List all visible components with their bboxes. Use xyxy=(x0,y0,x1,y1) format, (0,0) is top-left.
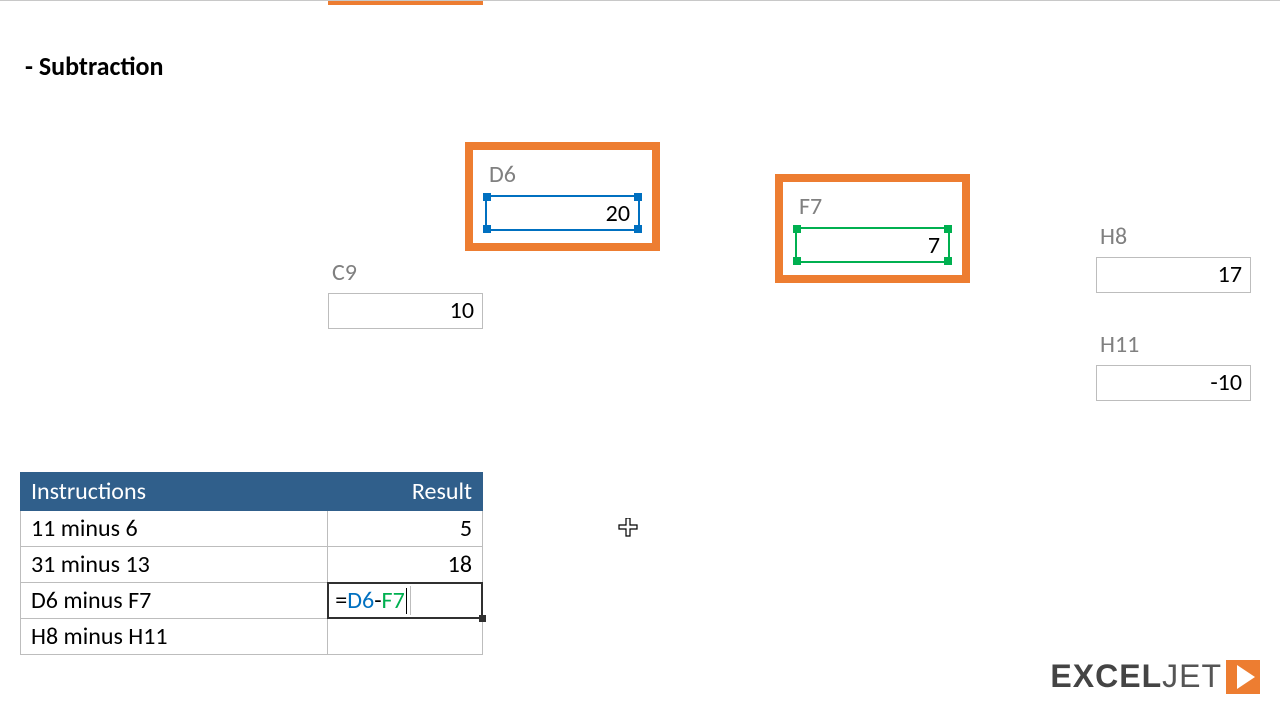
excel-cursor-icon xyxy=(618,518,638,538)
table-row: H8 minus H11 xyxy=(21,619,483,655)
formula-eq: = xyxy=(335,586,347,615)
cell-d6-frame: D6 20 xyxy=(465,142,660,251)
cell-h8-value: 17 xyxy=(1218,260,1242,289)
cell-f7-label: F7 xyxy=(795,192,950,221)
cell-f7-frame: F7 7 xyxy=(775,174,970,283)
window-top-border xyxy=(0,0,1280,1)
cell-c9-group: C9 10 xyxy=(328,258,483,329)
logo-part1: EXCEL xyxy=(1050,658,1162,694)
cell-h11-value: -10 xyxy=(1210,368,1242,397)
row1-instruction[interactable]: 11 minus 6 xyxy=(21,511,328,547)
row2-result[interactable]: 18 xyxy=(328,547,483,583)
cell-c9-value: 10 xyxy=(450,296,474,325)
cell-h8-label: H8 xyxy=(1096,222,1251,251)
row4-instruction[interactable]: H8 minus H11 xyxy=(21,619,328,655)
fill-handle[interactable] xyxy=(479,615,486,622)
formula-ref2: F7 xyxy=(382,586,405,615)
formula-input[interactable]: =D6-F7 xyxy=(327,582,483,619)
cell-h11[interactable]: -10 xyxy=(1096,365,1251,401)
formula-op: - xyxy=(374,586,381,615)
column-highlight xyxy=(328,1,483,5)
cell-d6-value: 20 xyxy=(606,199,630,228)
cell-d6-label: D6 xyxy=(485,160,640,189)
table-row: D6 minus F7 =D6-F7 xyxy=(21,583,483,619)
row1-result[interactable]: 5 xyxy=(328,511,483,547)
cell-f7[interactable]: 7 xyxy=(795,227,950,263)
th-instructions: Instructions xyxy=(21,473,328,511)
section-title: - Subtraction xyxy=(25,50,163,82)
cell-f7-value: 7 xyxy=(928,231,940,260)
logo-part2: JET xyxy=(1162,658,1222,694)
th-result: Result xyxy=(328,473,483,511)
cell-h11-group: H11 -10 xyxy=(1096,330,1251,401)
cell-h8-group: H8 17 xyxy=(1096,222,1251,293)
cell-d6[interactable]: 20 xyxy=(485,195,640,231)
cell-h11-label: H11 xyxy=(1096,330,1251,359)
row2-instruction[interactable]: 31 minus 13 xyxy=(21,547,328,583)
row3-instruction[interactable]: D6 minus F7 xyxy=(21,583,328,619)
cell-c9[interactable]: 10 xyxy=(328,293,483,329)
text-cursor xyxy=(406,588,407,614)
exceljet-logo: EXCELJET xyxy=(1050,658,1260,695)
row3-result-editing[interactable]: =D6-F7 xyxy=(328,583,483,619)
cell-h8[interactable]: 17 xyxy=(1096,257,1251,293)
table-row: 11 minus 6 5 xyxy=(21,511,483,547)
cell-c9-label: C9 xyxy=(328,258,483,287)
instructions-table: Instructions Result 11 minus 6 5 31 minu… xyxy=(20,472,483,655)
table-row: 31 minus 13 18 xyxy=(21,547,483,583)
formula-ref1: D6 xyxy=(347,586,374,615)
logo-mark-icon xyxy=(1226,660,1260,694)
row4-result[interactable] xyxy=(328,619,483,655)
